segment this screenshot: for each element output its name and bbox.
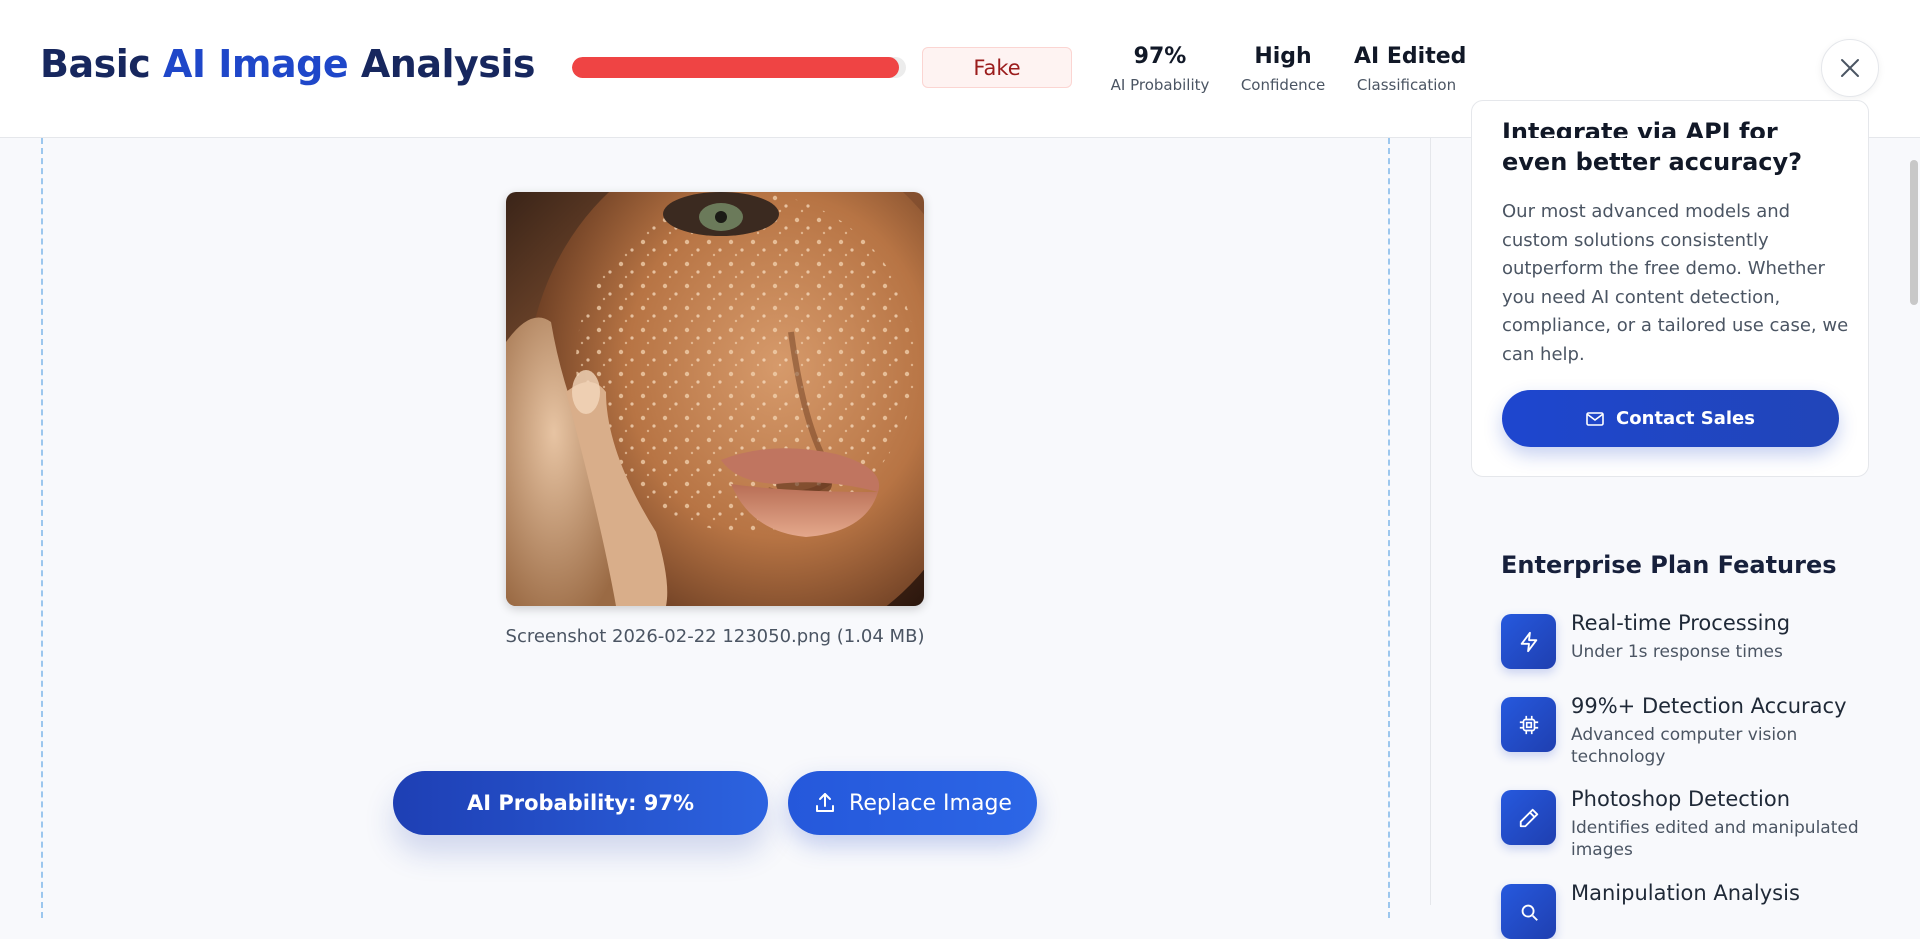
close-button[interactable]	[1821, 39, 1879, 97]
upload-icon	[813, 791, 837, 815]
ai-probability-bar-fill	[572, 57, 900, 78]
promo-heading-line1: Integrate via API for	[1502, 118, 1778, 138]
title-accent: AI Image	[163, 42, 349, 86]
feature-title: Photoshop Detection	[1571, 787, 1791, 811]
ai-probability-button[interactable]: AI Probability: 97%	[393, 771, 768, 835]
contact-sales-button[interactable]: Contact Sales	[1502, 390, 1839, 447]
feature-desc: Advanced computer vision technology	[1571, 725, 1798, 767]
replace-image-button[interactable]: Replace Image	[788, 771, 1037, 835]
search-icon	[1501, 884, 1556, 939]
stat-label: Classification	[1356, 76, 1457, 94]
replace-image-label: Replace Image	[849, 790, 1012, 816]
promo-heading: Integrate via API for even better accura…	[1502, 117, 1862, 177]
contact-sales-label: Contact Sales	[1616, 408, 1755, 429]
stat-confidence: High Confidence	[1238, 44, 1328, 94]
scrollbar-thumb[interactable]	[1910, 160, 1918, 305]
feature-title: 99%+ Detection Accuracy	[1571, 694, 1847, 718]
stat-ai-probability: 97% AI Probability	[1110, 44, 1210, 94]
feature-title: Real-time Processing	[1571, 611, 1791, 635]
page-title: Basic AI Image Analysis	[40, 42, 536, 86]
title-prefix: Basic	[40, 42, 151, 86]
verdict-badge: Fake	[922, 47, 1072, 88]
stat-value: AI Edited	[1354, 44, 1467, 69]
mail-icon	[1586, 411, 1604, 426]
uploaded-image-preview	[506, 192, 924, 606]
ai-probability-bar	[572, 57, 906, 78]
pencil-icon	[1501, 790, 1556, 845]
promo-heading-line2: even better accuracy?	[1502, 148, 1803, 176]
stat-value: High	[1254, 44, 1312, 69]
face-photo	[506, 192, 924, 606]
feature-title: Manipulation Analysis	[1571, 881, 1800, 905]
feature-desc: Under 1s response times	[1571, 642, 1783, 662]
feature-desc: Identifies edited and manipulated images	[1571, 818, 1859, 860]
stat-label: AI Probability	[1110, 76, 1210, 94]
lightning-icon	[1501, 614, 1556, 669]
stat-value: 97%	[1133, 44, 1187, 69]
title-suffix: Analysis	[360, 42, 536, 86]
file-caption: Screenshot 2026-02-22 123050.png (1.04 M…	[505, 626, 925, 647]
sidebar-divider	[1430, 138, 1431, 905]
chip-icon	[1501, 697, 1556, 752]
stat-classification: AI Edited Classification	[1354, 44, 1467, 94]
features-heading: Enterprise Plan Features	[1501, 551, 1837, 579]
promo-body: Our most advanced models and custom solu…	[1502, 201, 1849, 365]
stat-label: Confidence	[1240, 76, 1326, 94]
close-icon	[1841, 59, 1859, 77]
